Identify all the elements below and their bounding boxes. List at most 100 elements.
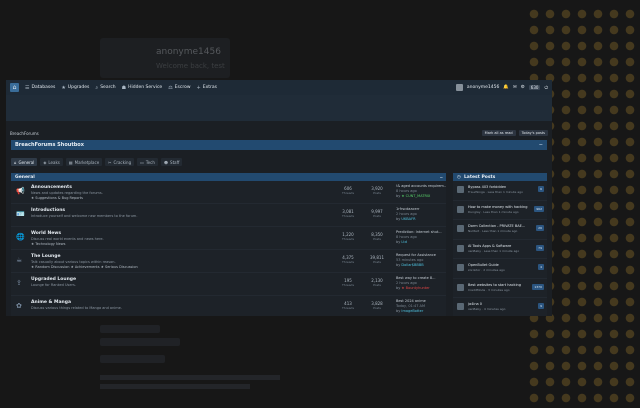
latest-post-title[interactable]: OpenBullet Guide (468, 263, 499, 267)
last-post-author: by ImageBotter (396, 309, 446, 314)
latest-post-item[interactable]: How to make money with hacking Dunglay · … (453, 201, 547, 220)
latest-post-title[interactable]: How to make money with hacking (468, 205, 527, 209)
settings-icon[interactable]: ⚙ (521, 85, 525, 90)
header-banner (6, 95, 552, 121)
nav-item-databases[interactable]: ☰ Databases (25, 85, 55, 91)
forum-title[interactable]: Upgraded Lounge (31, 277, 76, 282)
nav-item-escrow[interactable]: ⚖ Escrow (168, 85, 190, 91)
latest-post-meta: xenBaby · 4 minutes ago (468, 307, 506, 311)
forum-row[interactable]: ☕ The Lounge Talk casually about various t… (11, 250, 446, 273)
latest-post-item[interactable]: Bypass 403 forbidden FraudSinga · Less th… (453, 181, 547, 201)
avatar[interactable] (457, 264, 464, 271)
last-post-user[interactable]: ★ Bountyhunter (401, 286, 429, 290)
subforum-links[interactable]: ★ Suggestions & Bug Reports (31, 196, 83, 200)
last-post-user[interactable]: UKBAFR (401, 217, 415, 221)
forum-title[interactable]: Introductions (31, 208, 65, 213)
last-post-title[interactable]: Best way to create 8... (396, 276, 435, 280)
todays-posts-button[interactable]: Today's posts (518, 130, 548, 136)
latest-post-item[interactable]: ja4ina 0 xenBaby · 4 minutes ago 9 (453, 298, 547, 316)
mail-icon[interactable]: ✉ (513, 85, 517, 90)
avatar[interactable] (457, 205, 464, 213)
subforum-links[interactable]: ★ Random Discussion ★ Achievements ★ Ser… (31, 265, 138, 269)
tab-cracking[interactable]: ✂ Cracking (105, 158, 135, 166)
latest-post-item[interactable]: AI Tools Apps & Software xenBaby · Less t… (453, 240, 547, 259)
shoutbox-header[interactable]: BreachForums Shoutbox − (11, 140, 547, 150)
last-post-title[interactable]: Best 2024 anime (396, 299, 426, 303)
posts-label: Posts (373, 214, 381, 218)
extras-icon: + (196, 84, 201, 91)
forum-title[interactable]: World News (31, 231, 61, 236)
by-label: by (396, 309, 401, 313)
latest-post-meta: Nulltart · Less than 1 minute ago (468, 229, 518, 233)
latest-post-title[interactable]: Dorm Collection - PRIVATE BAE... (468, 224, 525, 228)
last-post-title[interactable]: Prediction: Internet shut... (396, 230, 442, 234)
forum-title[interactable]: Announcements (31, 185, 72, 190)
forum-title[interactable]: The Lounge (31, 254, 61, 259)
collapse-toggle[interactable]: − (539, 142, 543, 148)
last-post-title[interactable]: Request for Assistance (396, 253, 436, 257)
last-post-user[interactable]: Ltd (401, 240, 407, 244)
subforum-links[interactable]: ★ Technology News (31, 242, 65, 246)
threads-count: 3,081 Threads (338, 209, 358, 218)
forum-row[interactable]: 🌐 World News Discuss real world events and… (11, 227, 446, 250)
by-label: by (396, 194, 401, 198)
posts-label: Posts (373, 306, 381, 310)
avatar[interactable] (457, 283, 464, 291)
nav-item-label: Escrow (174, 85, 191, 90)
last-post-title[interactable]: !& aged accounts requirem... (396, 184, 446, 188)
tab-staff[interactable]: ☻ Staff (160, 158, 183, 166)
logout-icon[interactable]: ⏻ (544, 85, 548, 91)
forum-list: 📢 Announcements News and updates regarding… (11, 181, 446, 316)
last-post-author: by ★ Bountyhunter (396, 286, 446, 291)
home-button[interactable]: ⌂ (10, 83, 19, 92)
forum-row[interactable]: ✿ Anime & Manga Discuss various things rel… (11, 296, 446, 316)
latest-post-meta: FraudSinga · Less than 1 minute ago (468, 190, 523, 194)
tab-tech[interactable]: ▭ Tech (137, 158, 158, 166)
nav-user-area: anonyme1456 🔔 ✉ ⚙ 630 ⏻ (455, 84, 548, 91)
avatar[interactable] (455, 84, 463, 91)
breadcrumb[interactable]: BreachForums (10, 131, 39, 136)
mark-all-read-button[interactable]: Mark all as read (481, 130, 516, 136)
username-link[interactable]: anonyme1456 (467, 85, 499, 90)
forum-row[interactable]: ⇪ Upgraded Lounge Lounge for Ranked Users.… (11, 273, 446, 296)
nav-item-upgrades[interactable]: ★ Upgrades (61, 85, 89, 91)
last-post-user[interactable]: ImageBotter (401, 309, 423, 313)
lounge-icon: ☕ (16, 256, 23, 264)
latest-post-item[interactable]: Dorm Collection - PRIVATE BAE... Nulltart… (453, 220, 547, 240)
nav-item-label: Databases (31, 85, 56, 90)
forum-description: Introduce yourself and welcome new membe… (31, 214, 138, 218)
bell-icon[interactable]: 🔔 (503, 85, 509, 90)
latest-post-title[interactable]: Best websites to start hacking (468, 283, 521, 287)
background-subtext: Welcome back, test (156, 62, 225, 70)
last-post-user[interactable]: ★ CUNT_MATRIX (401, 194, 430, 198)
tab-leaks[interactable]: ◈ Leaks (40, 158, 63, 166)
last-post: Best way to create 8... 2 hours ago by ★ B… (396, 276, 446, 291)
latest-post-title[interactable]: AI Tools Apps & Software (468, 244, 511, 248)
category-tabs: ⌂ General ◈ Leaks ▦ Marketplace ✂ Cracking ▭ Tech… (11, 158, 183, 166)
last-post-user[interactable]: Dollar$BBBB (401, 263, 423, 267)
latest-post-title[interactable]: Bypass 403 forbidden (468, 185, 506, 189)
forum-title[interactable]: Anime & Manga (31, 300, 71, 305)
posts-count: 39,811 Posts (367, 255, 387, 264)
nav-item-hidden-service[interactable]: ☗ Hidden Service (122, 85, 163, 91)
nav-item-search[interactable]: ⌕ Search (95, 85, 115, 91)
avatar[interactable] (457, 303, 464, 310)
latest-post-item[interactable]: Best websites to start hacking CreditMode… (453, 279, 547, 298)
database-icon: ☰ (25, 84, 30, 91)
avatar[interactable] (457, 225, 464, 232)
avatar[interactable] (457, 244, 464, 252)
tab-label: Tech (145, 159, 155, 165)
latest-post-title[interactable]: ja4ina 0 (468, 302, 482, 306)
avatar[interactable] (457, 186, 464, 193)
reply-count-badge: 962 (534, 205, 544, 212)
latest-post-item[interactable]: OpenBullet Guide zoroktor · 2 minutes ago… (453, 259, 547, 279)
latest-posts-header: ◷ Latest Posts (453, 173, 547, 181)
collapse-toggle[interactable]: − (440, 175, 443, 180)
credits-badge[interactable]: 630 (528, 85, 541, 90)
tab-general[interactable]: ⌂ General (11, 158, 38, 166)
forum-row[interactable]: 🪪 Introductions Introduce yourself and wel… (11, 204, 446, 227)
last-post-title[interactable]: 1rfrscdaacerr (396, 207, 420, 211)
tab-marketplace[interactable]: ▦ Marketplace (65, 158, 103, 166)
nav-item-extras[interactable]: + Extras (197, 85, 217, 91)
forum-row[interactable]: 📢 Announcements News and updates regarding… (11, 181, 446, 204)
